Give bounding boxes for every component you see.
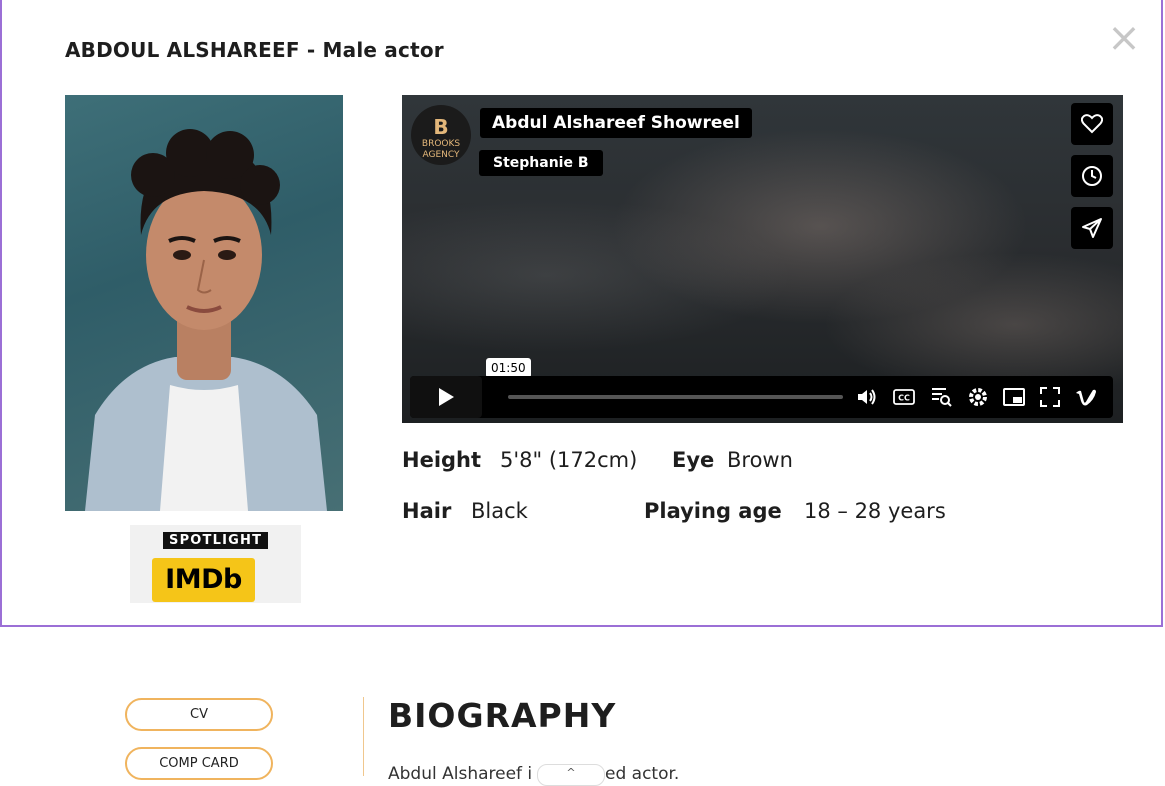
play-icon <box>439 388 454 406</box>
hair-label: Hair <box>402 499 452 523</box>
gear-icon <box>969 388 987 406</box>
playing-age-label: Playing age <box>644 499 782 523</box>
actor-headshot <box>65 95 343 511</box>
video-title[interactable]: Abdul Alshareef Showreel <box>480 108 752 138</box>
height-label: Height <box>402 448 482 472</box>
video-controls: CC <box>410 376 1113 418</box>
agency-logos: SPOTLIGHT IMDb <box>130 525 301 603</box>
vimeo-icon <box>1076 389 1096 406</box>
volume-icon <box>858 389 876 405</box>
modal-title: ABDOUL ALSHAREEF - Male actor <box>65 38 444 62</box>
time-tooltip: 01:50 <box>486 358 531 378</box>
fullscreen-button[interactable] <box>1038 385 1062 409</box>
settings-button[interactable] <box>966 385 990 409</box>
picture-in-picture-icon <box>1003 388 1025 406</box>
channel-logo[interactable]: B BROOKS AGENCY <box>411 105 471 165</box>
close-icon[interactable]: × <box>1107 18 1141 58</box>
transcript-button[interactable] <box>929 385 953 409</box>
headshot-illustration <box>85 129 327 511</box>
height-value: 5'8" (172cm) <box>500 448 638 472</box>
pip-button[interactable] <box>1002 385 1026 409</box>
svg-text:CC: CC <box>898 394 910 403</box>
video-author[interactable]: Stephanie B <box>479 150 603 176</box>
scroll-up-button[interactable]: ^ <box>537 764 605 786</box>
fullscreen-icon <box>1040 387 1060 407</box>
heart-icon <box>1081 114 1103 134</box>
watch-later-button[interactable] <box>1071 155 1113 197</box>
comp-card-button[interactable]: COMP CARD <box>125 747 273 780</box>
height-attribute: Height <box>402 448 481 472</box>
showreel-video-player[interactable]: B BROOKS AGENCY Abdul Alshareef Showreel… <box>402 95 1123 423</box>
channel-logo-text: BROOKS AGENCY <box>421 139 461 160</box>
playing-age-value: 18 – 28 years <box>804 499 946 523</box>
hair-attribute: Hair <box>402 499 451 523</box>
eye-attribute: Eye <box>672 448 714 472</box>
profile-modal: ABDOUL ALSHAREEF - Male actor × SPOTLIGH… <box>0 0 1163 627</box>
progress-bar[interactable] <box>508 395 843 399</box>
section-divider <box>363 697 364 776</box>
cc-icon: CC <box>893 389 915 405</box>
biography-title: BIOGRAPHY <box>388 696 617 735</box>
play-button[interactable] <box>410 376 482 418</box>
vimeo-button[interactable] <box>1074 385 1098 409</box>
hair-value: Black <box>471 499 528 523</box>
channel-logo-letter: B <box>433 115 449 139</box>
transcript-icon <box>932 388 952 407</box>
eye-label: Eye <box>672 448 715 472</box>
eye-value: Brown <box>727 448 793 472</box>
cv-button[interactable]: CV <box>125 698 273 731</box>
clock-icon <box>1082 166 1102 186</box>
volume-button[interactable] <box>855 385 879 409</box>
biography-text: Abdul Alshareef i don based actor. <box>388 764 680 784</box>
like-button[interactable] <box>1071 103 1113 145</box>
captions-button[interactable]: CC <box>892 385 916 409</box>
playing-age-attribute: Playing age <box>644 499 782 523</box>
spotlight-logo[interactable]: SPOTLIGHT <box>163 532 269 549</box>
share-button[interactable] <box>1071 207 1113 249</box>
send-icon <box>1082 218 1102 238</box>
imdb-logo[interactable]: IMDb <box>152 558 255 602</box>
